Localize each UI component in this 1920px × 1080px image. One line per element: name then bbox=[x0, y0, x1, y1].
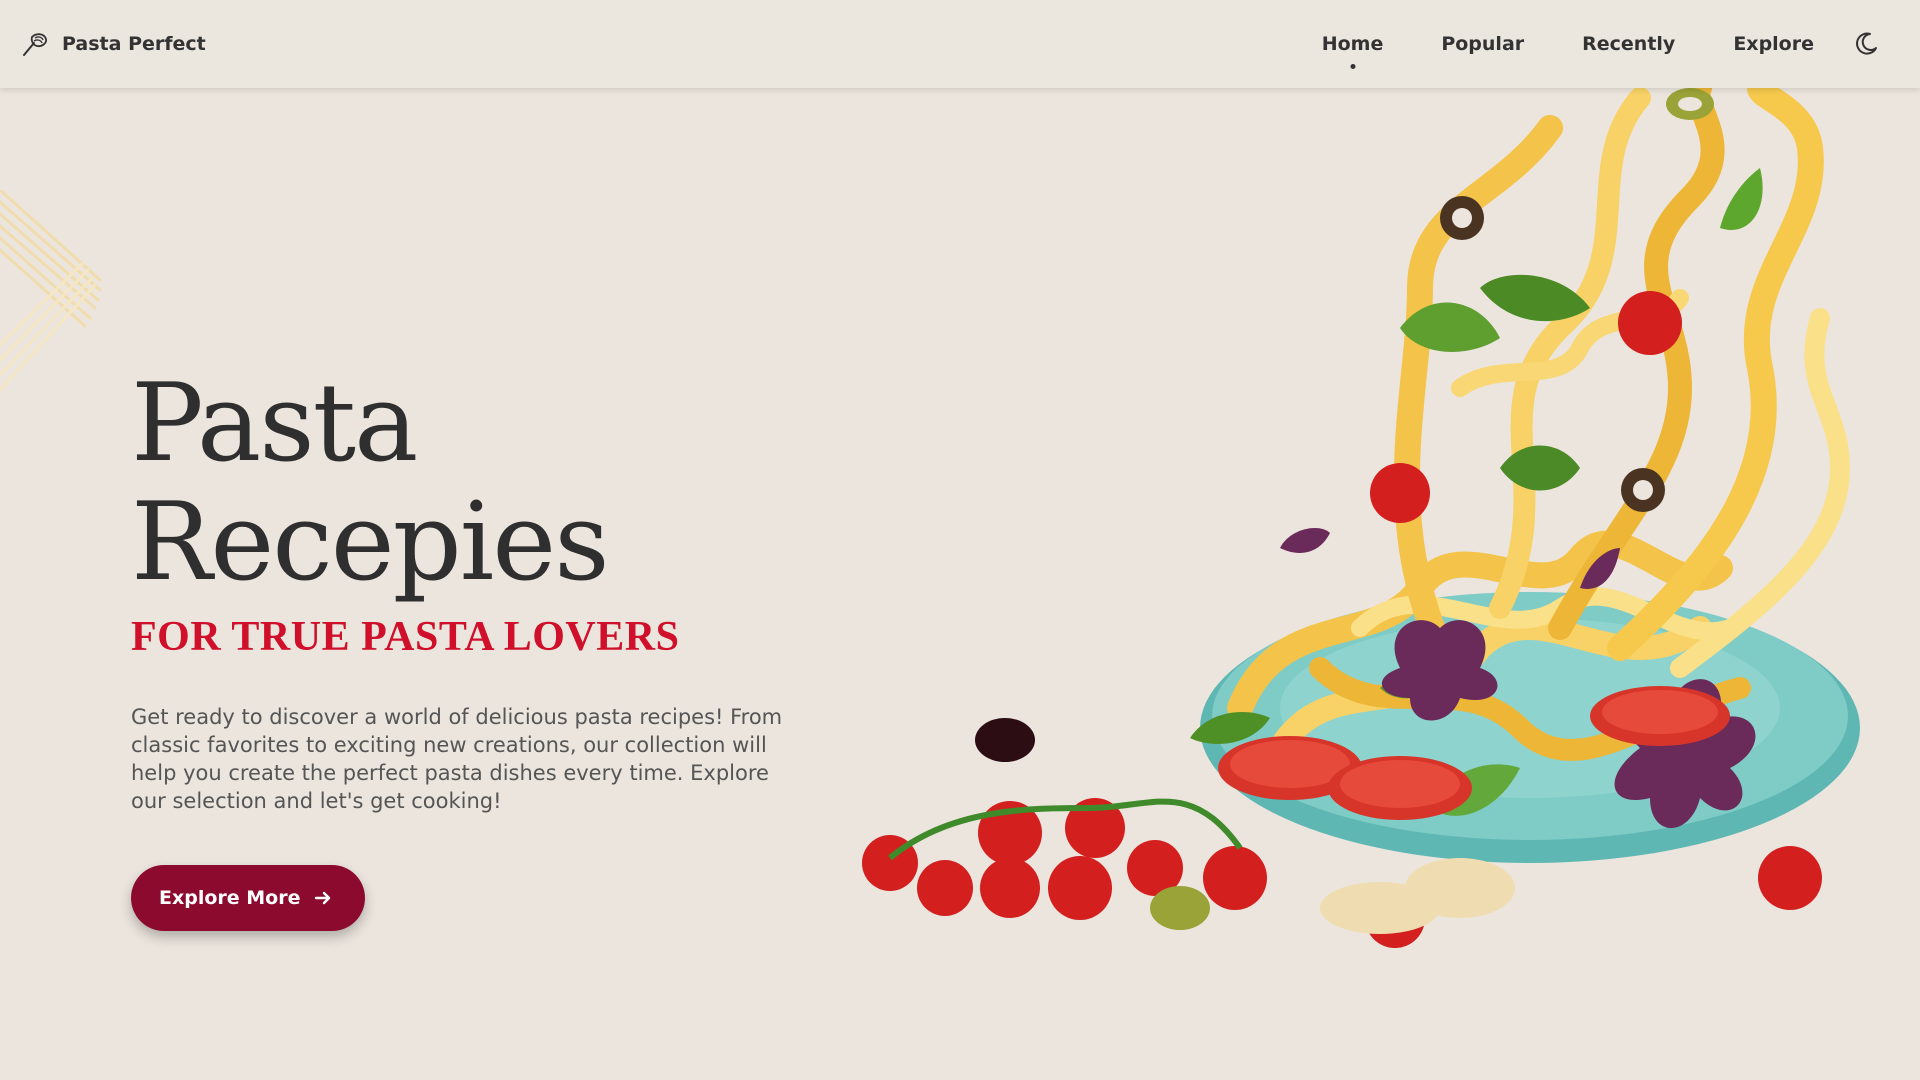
hero-title: Pasta Recepies bbox=[131, 361, 610, 605]
nav-home[interactable]: Home bbox=[1322, 33, 1384, 55]
page: Pasta Perfect Home Popular Recently Expl… bbox=[0, 0, 1920, 1080]
moon-icon[interactable] bbox=[1852, 30, 1880, 58]
top-navbar: Pasta Perfect Home Popular Recently Expl… bbox=[0, 0, 1920, 88]
spaghetti-decoration bbox=[0, 190, 102, 392]
pasta-dish-illustration bbox=[862, 88, 1860, 948]
arrow-right-icon bbox=[314, 891, 330, 904]
nav-recently[interactable]: Recently bbox=[1582, 33, 1675, 55]
brand-name: Pasta Perfect bbox=[62, 33, 206, 55]
explore-more-label: Explore More bbox=[159, 886, 301, 909]
main-nav: Home Popular Recently Explore bbox=[1322, 33, 1814, 55]
pasta-fork-icon bbox=[23, 33, 48, 56]
nav-explore[interactable]: Explore bbox=[1733, 33, 1814, 55]
nav-popular[interactable]: Popular bbox=[1441, 33, 1524, 55]
hero-subtitle: FOR TRUE PASTA LOVERS bbox=[131, 613, 680, 660]
brand-logo[interactable]: Pasta Perfect bbox=[20, 29, 206, 59]
hero-description: Get ready to discover a world of delicio… bbox=[131, 704, 783, 813]
hero-section: Pasta Recepies FOR TRUE PASTA LOVERS Get… bbox=[131, 361, 811, 931]
tomato-vine bbox=[888, 798, 1243, 861]
grated-cheese bbox=[1320, 858, 1515, 934]
explore-more-button[interactable]: Explore More bbox=[131, 864, 365, 931]
flying-pasta-ribbons bbox=[1393, 88, 1851, 678]
